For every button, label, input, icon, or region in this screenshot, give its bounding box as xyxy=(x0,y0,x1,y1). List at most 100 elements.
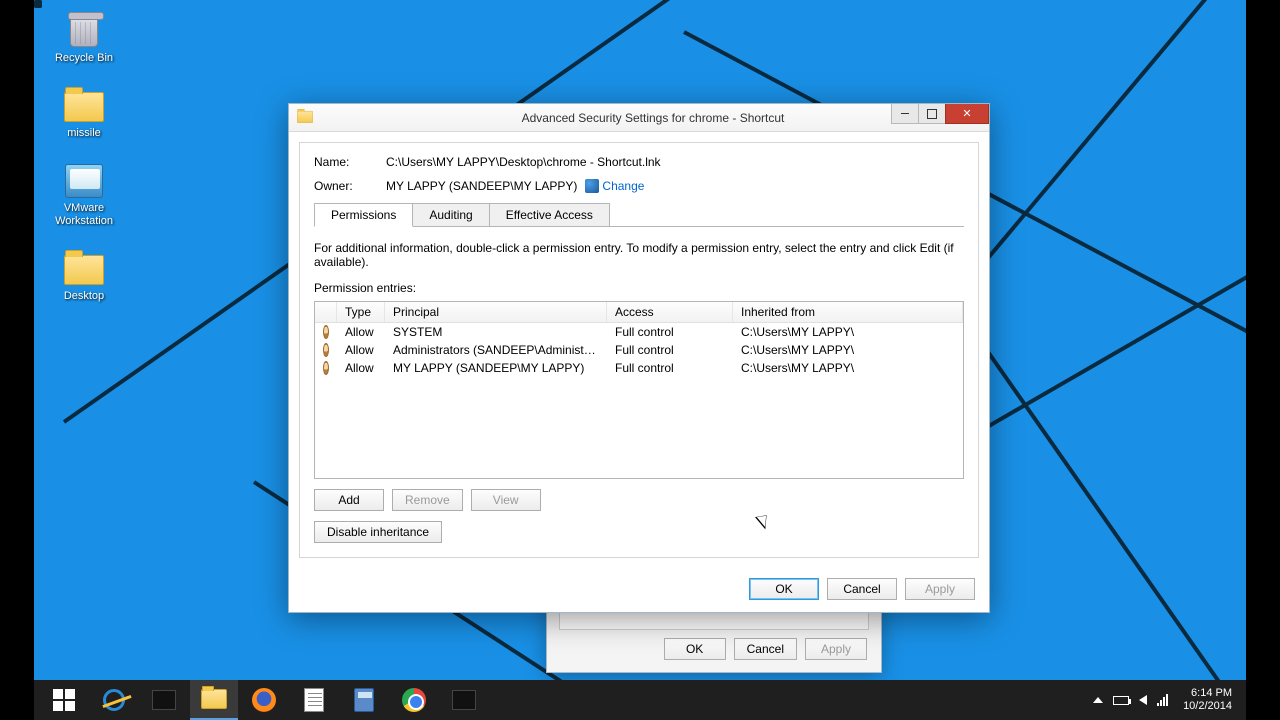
taskbar-ie[interactable] xyxy=(90,680,138,720)
taskbar-clock[interactable]: 6:14 PM 10/2/2014 xyxy=(1183,687,1232,713)
desktop-icon-vmware[interactable]: VMware Workstation xyxy=(44,158,124,228)
cell-access: Full control xyxy=(607,324,733,340)
desktop-icon-desktop[interactable]: Desktop xyxy=(44,246,124,303)
system-tray[interactable] xyxy=(1093,694,1171,706)
speaker-icon[interactable] xyxy=(1139,695,1147,705)
cancel-button[interactable]: Cancel xyxy=(734,638,797,660)
dialog-body: Name: C:\Users\MY LAPPY\Desktop\chrome -… xyxy=(299,142,979,558)
inheritance-buttons: Disable inheritance xyxy=(314,521,964,543)
tabs: Permissions Auditing Effective Access xyxy=(314,203,964,227)
change-link-text: Change xyxy=(602,179,644,193)
taskbar-notepad[interactable] xyxy=(290,680,338,720)
taskbar-calculator[interactable] xyxy=(340,680,388,720)
disable-inheritance-button[interactable]: Disable inheritance xyxy=(314,521,442,543)
col-access[interactable]: Access xyxy=(607,302,733,322)
vmware-icon xyxy=(63,158,105,200)
desktop-icon-label: missile xyxy=(44,127,124,140)
owner-label: Owner: xyxy=(314,179,386,193)
taskbar-right: 6:14 PM 10/2/2014 xyxy=(1093,687,1240,713)
cell-access: Full control xyxy=(607,342,733,358)
ie-icon xyxy=(103,689,125,711)
tab-permissions[interactable]: Permissions xyxy=(314,203,413,227)
taskbar-cmd[interactable] xyxy=(440,680,488,720)
titlebar[interactable]: Advanced Security Settings for chrome - … xyxy=(289,104,989,132)
taskbar-explorer[interactable] xyxy=(190,680,238,720)
recycle-bin-icon xyxy=(63,8,105,50)
desktop-icons: Recycle Bin missile VMware Workstation D… xyxy=(44,8,134,321)
ok-button[interactable]: OK xyxy=(749,578,819,600)
firefox-icon xyxy=(252,688,276,712)
user-icon xyxy=(323,343,329,357)
desktop-icon-label: Recycle Bin xyxy=(44,52,124,65)
clock-date: 10/2/2014 xyxy=(1183,700,1232,713)
taskbar: 6:14 PM 10/2/2014 xyxy=(34,680,1246,720)
table-row[interactable]: AllowMY LAPPY (SANDEEP\MY LAPPY)Full con… xyxy=(315,359,963,377)
cell-type: Allow xyxy=(337,360,385,376)
cancel-button[interactable]: Cancel xyxy=(827,578,897,600)
minimize-button[interactable] xyxy=(891,104,919,124)
tray-overflow-icon[interactable] xyxy=(1093,697,1103,703)
col-type[interactable]: Type xyxy=(337,302,385,322)
windows-logo-icon xyxy=(53,689,75,711)
chrome-icon xyxy=(402,688,426,712)
taskbar-app1[interactable] xyxy=(140,680,188,720)
table-row[interactable]: AllowAdministrators (SANDEEP\Administrat… xyxy=(315,341,963,359)
change-owner-link[interactable]: Change xyxy=(585,179,644,193)
table-header: Type Principal Access Inherited from xyxy=(315,302,963,323)
dialog-footer: OK Cancel Apply xyxy=(289,568,989,612)
permission-entries-table: Type Principal Access Inherited from All… xyxy=(314,301,964,479)
entries-label: Permission entries: xyxy=(314,281,964,295)
clock-time: 6:14 PM xyxy=(1183,687,1232,700)
calculator-icon xyxy=(354,688,374,712)
view-button[interactable]: View xyxy=(471,489,541,511)
desktop-icon-label: VMware Workstation xyxy=(44,202,124,228)
dialog-title: Advanced Security Settings for chrome - … xyxy=(317,111,989,125)
apply-button[interactable]: Apply xyxy=(905,578,975,600)
advanced-security-dialog: Advanced Security Settings for chrome - … xyxy=(288,103,990,613)
tab-effective-access[interactable]: Effective Access xyxy=(489,203,610,227)
shield-icon xyxy=(585,179,599,193)
cell-principal: Administrators (SANDEEP\Administrators) xyxy=(385,342,607,358)
folder-icon xyxy=(295,110,311,126)
network-icon[interactable] xyxy=(1157,694,1171,706)
window-controls xyxy=(892,104,989,124)
desktop-icon-missile[interactable]: missile xyxy=(44,83,124,140)
taskbar-chrome[interactable] xyxy=(390,680,438,720)
cell-type: Allow xyxy=(337,342,385,358)
apply-button[interactable]: Apply xyxy=(805,638,867,660)
cell-principal: MY LAPPY (SANDEEP\MY LAPPY) xyxy=(385,360,607,376)
permissions-panel: For additional information, double-click… xyxy=(314,226,964,543)
folder-icon xyxy=(63,246,105,288)
start-button[interactable] xyxy=(40,680,88,720)
terminal-icon xyxy=(452,690,476,710)
maximize-button[interactable] xyxy=(918,104,946,124)
owner-field: Owner: MY LAPPY (SANDEEP\MY LAPPY) Chang… xyxy=(314,179,964,193)
desktop-icon-recycle-bin[interactable]: Recycle Bin xyxy=(44,8,124,65)
battery-icon[interactable] xyxy=(1113,696,1129,705)
cell-access: Full control xyxy=(607,360,733,376)
cell-principal: SYSTEM xyxy=(385,324,607,340)
entry-buttons: Add Remove View xyxy=(314,489,964,511)
cell-inherited: C:\Users\MY LAPPY\ xyxy=(733,360,963,376)
desktop[interactable]: Recycle Bin missile VMware Workstation D… xyxy=(34,0,1246,720)
ok-button[interactable]: OK xyxy=(664,638,726,660)
col-principal[interactable]: Principal xyxy=(385,302,607,322)
table-row[interactable]: AllowSYSTEMFull controlC:\Users\MY LAPPY… xyxy=(315,323,963,341)
notepad-icon xyxy=(304,688,324,712)
col-inherited[interactable]: Inherited from xyxy=(733,302,963,322)
taskbar-firefox[interactable] xyxy=(240,680,288,720)
close-button[interactable] xyxy=(945,104,989,124)
info-text: For additional information, double-click… xyxy=(314,241,964,269)
tab-auditing[interactable]: Auditing xyxy=(412,203,489,227)
cell-inherited: C:\Users\MY LAPPY\ xyxy=(733,324,963,340)
name-field: Name: C:\Users\MY LAPPY\Desktop\chrome -… xyxy=(314,155,964,169)
name-label: Name: xyxy=(314,155,386,169)
name-value: C:\Users\MY LAPPY\Desktop\chrome - Short… xyxy=(386,155,661,169)
remove-button[interactable]: Remove xyxy=(392,489,463,511)
cell-type: Allow xyxy=(337,324,385,340)
add-button[interactable]: Add xyxy=(314,489,384,511)
properties-footer: OK Cancel Apply xyxy=(547,630,881,672)
taskbar-left xyxy=(40,680,488,720)
cell-inherited: C:\Users\MY LAPPY\ xyxy=(733,342,963,358)
owner-value: MY LAPPY (SANDEEP\MY LAPPY) xyxy=(386,179,577,193)
